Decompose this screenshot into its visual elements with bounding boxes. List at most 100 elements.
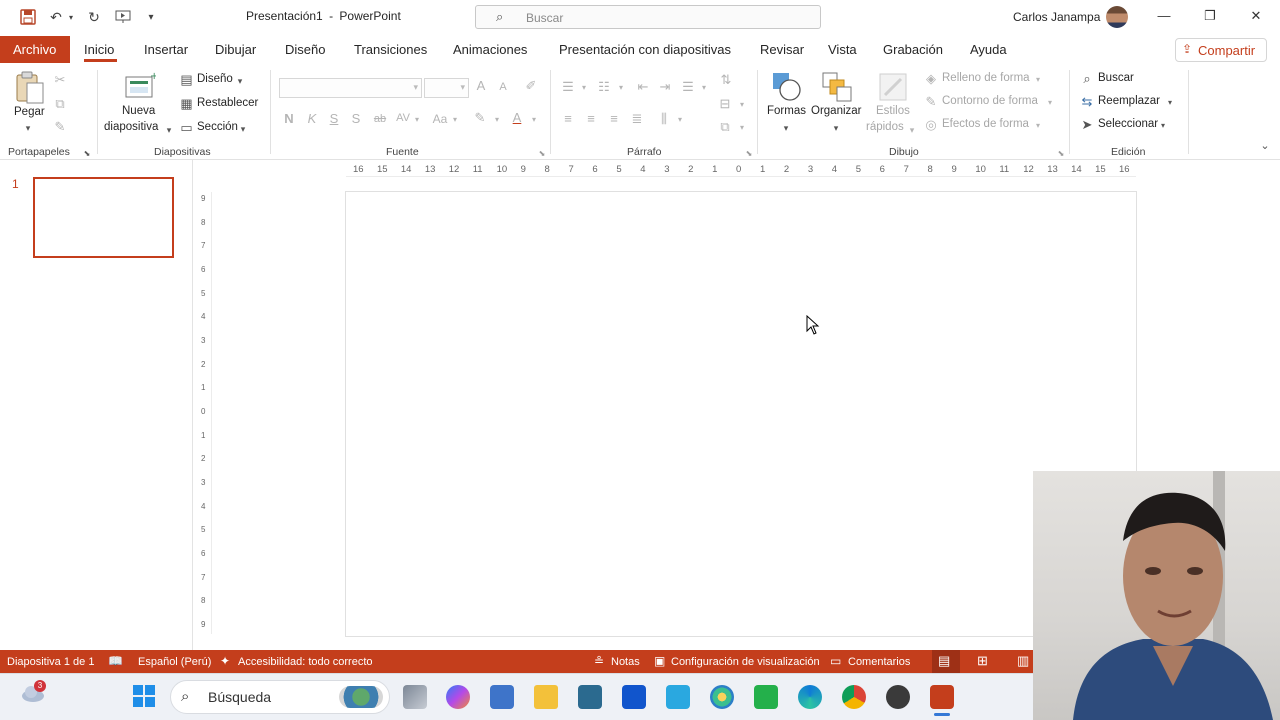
paste-dropdown-icon[interactable]: ▾ — [22, 120, 34, 136]
chevron-down-icon[interactable]: ▾ — [413, 112, 421, 128]
new-slide-label-2[interactable]: diapositiva — [104, 121, 158, 133]
camtasia-icon[interactable] — [754, 685, 778, 709]
pane-splitter[interactable] — [192, 160, 193, 650]
edge-icon[interactable] — [798, 685, 822, 709]
quick-styles-label-1[interactable]: Estilos — [876, 105, 910, 117]
powerpoint-taskbar-icon[interactable] — [930, 685, 954, 709]
highlight-icon[interactable]: ✎ — [472, 110, 488, 126]
weather-icon[interactable]: 3 — [20, 680, 48, 705]
chevron-down-icon[interactable]: ▾ — [580, 80, 588, 96]
search-box[interactable]: ⌕ Buscar — [475, 5, 821, 29]
align-right-icon[interactable]: ≡ — [606, 111, 622, 127]
new-slide-label-1[interactable]: Nueva — [122, 105, 155, 117]
quick-styles-dropdown-icon[interactable]: ▾ — [907, 122, 917, 138]
file-explorer-icon[interactable] — [534, 685, 558, 709]
notes-button[interactable]: Notas — [611, 656, 640, 668]
chevron-down-icon[interactable]: ▾ — [1034, 118, 1042, 134]
change-case-button[interactable]: Aa — [430, 111, 450, 127]
shape-fill-icon[interactable]: ◈ — [924, 71, 938, 87]
accessibility-status[interactable]: Accesibilidad: todo correcto — [238, 656, 373, 668]
tab-grabacion[interactable]: Grabación — [883, 42, 943, 57]
snipping-tool-icon[interactable] — [578, 685, 602, 709]
shape-fill-button[interactable]: Relleno de forma — [942, 72, 1030, 84]
chevron-down-icon[interactable]: ▾ — [1166, 95, 1174, 111]
font-color-icon[interactable]: A — [509, 110, 525, 126]
align-text-icon[interactable]: ⊟ — [716, 96, 734, 112]
columns-icon[interactable]: ⫼ — [656, 111, 672, 127]
new-slide-icon[interactable]: + — [122, 71, 158, 103]
align-left-icon[interactable]: ≡ — [560, 111, 576, 127]
shapes-dropdown-icon[interactable]: ▾ — [781, 120, 791, 136]
shadow-button[interactable]: S — [349, 111, 363, 127]
tab-vista[interactable]: Vista — [828, 42, 857, 57]
obs-icon[interactable] — [886, 685, 910, 709]
section-icon[interactable]: ▭ — [179, 120, 194, 136]
accessibility-icon[interactable]: ✦ — [220, 654, 230, 668]
avatar[interactable] — [1106, 6, 1128, 28]
replace-icon[interactable]: ⇆ — [1080, 94, 1094, 110]
arrange-dropdown-icon[interactable]: ▾ — [831, 120, 841, 136]
tab-transiciones[interactable]: Transiciones — [354, 42, 427, 57]
chevron-down-icon[interactable]: ▾ — [1159, 118, 1167, 134]
spellcheck-icon[interactable]: 📖 — [108, 654, 123, 668]
decrease-indent-icon[interactable]: ⇤ — [635, 79, 651, 95]
arrange-button[interactable]: Organizar — [811, 105, 862, 117]
display-settings-button[interactable]: Configuración de visualización — [671, 656, 820, 668]
bullets-icon[interactable]: ☰ — [560, 79, 576, 95]
customize-toolbar-icon[interactable]: ▾ — [144, 7, 158, 27]
arrange-icon[interactable] — [821, 71, 853, 103]
tab-ayuda[interactable]: Ayuda — [970, 42, 1007, 57]
chevron-down-icon[interactable]: ▾ — [676, 112, 684, 128]
section-button[interactable]: Sección — [197, 121, 238, 133]
quick-styles-icon[interactable] — [877, 71, 909, 103]
section-dropdown-icon[interactable]: ▾ — [238, 121, 248, 137]
shape-effects-button[interactable]: Efectos de forma — [942, 118, 1029, 130]
smartart-icon[interactable]: ⧉ — [716, 119, 734, 135]
new-slide-dropdown-icon[interactable]: ▾ — [164, 122, 174, 138]
task-view-icon[interactable] — [403, 685, 427, 709]
tab-insertar[interactable]: Insertar — [144, 42, 188, 57]
undo-dropdown-icon[interactable]: ▾ — [66, 7, 76, 27]
copilot-icon[interactable] — [446, 685, 470, 709]
layout-dropdown-icon[interactable]: ▾ — [235, 73, 245, 89]
chevron-down-icon[interactable]: ▾ — [1046, 95, 1054, 111]
present-from-start-icon[interactable] — [114, 7, 132, 27]
chevron-down-icon[interactable]: ▾ — [738, 120, 746, 136]
font-name-dropdown[interactable]: ▾ — [279, 78, 422, 98]
normal-view-button[interactable]: ▤ — [932, 650, 960, 673]
restore-icon[interactable]: ❐ — [1200, 8, 1220, 26]
text-direction-icon[interactable]: ⇅ — [718, 72, 734, 88]
portapapeles-launcher-icon[interactable]: ⬊ — [82, 146, 92, 162]
justify-icon[interactable]: ≣ — [629, 111, 645, 127]
save-icon[interactable] — [18, 7, 38, 27]
shrink-font-icon[interactable]: A — [496, 79, 510, 95]
close-icon[interactable]: ✕ — [1246, 8, 1266, 26]
find-button[interactable]: Buscar — [1098, 72, 1134, 84]
layout-button[interactable]: Diseño — [197, 73, 233, 85]
shapes-button[interactable]: Formas — [767, 105, 806, 117]
layout-icon[interactable]: ▤ — [179, 72, 194, 88]
notes-icon[interactable]: ≗ — [594, 654, 604, 668]
fuente-launcher-icon[interactable]: ⬊ — [537, 146, 547, 162]
shape-effects-icon[interactable]: ◎ — [924, 117, 938, 133]
select-button[interactable]: Seleccionar — [1098, 118, 1158, 130]
align-center-icon[interactable]: ≡ — [583, 111, 599, 127]
paste-icon[interactable] — [14, 71, 46, 105]
notepad-icon[interactable] — [666, 685, 690, 709]
start-button-icon[interactable] — [132, 684, 156, 708]
italic-button[interactable]: K — [305, 111, 319, 127]
font-size-dropdown[interactable]: ▾ — [424, 78, 469, 98]
slide-sorter-icon[interactable]: ⊞ — [977, 653, 988, 669]
format-painter-icon[interactable]: ✎ — [53, 119, 67, 135]
comments-icon[interactable]: ▭ — [830, 654, 841, 668]
grow-font-icon[interactable]: A — [474, 78, 488, 94]
paste-button[interactable]: Pegar — [14, 106, 45, 118]
slide-thumbnail[interactable] — [33, 177, 174, 258]
chevron-down-icon[interactable]: ▾ — [493, 112, 501, 128]
reading-view-icon[interactable]: ▥ — [1017, 653, 1029, 669]
visual-studio-icon[interactable] — [622, 685, 646, 709]
chevron-down-icon[interactable]: ▾ — [530, 112, 538, 128]
shapes-icon[interactable] — [771, 71, 803, 103]
slide-canvas[interactable] — [345, 191, 1137, 637]
char-spacing-button[interactable]: AV — [393, 110, 413, 126]
